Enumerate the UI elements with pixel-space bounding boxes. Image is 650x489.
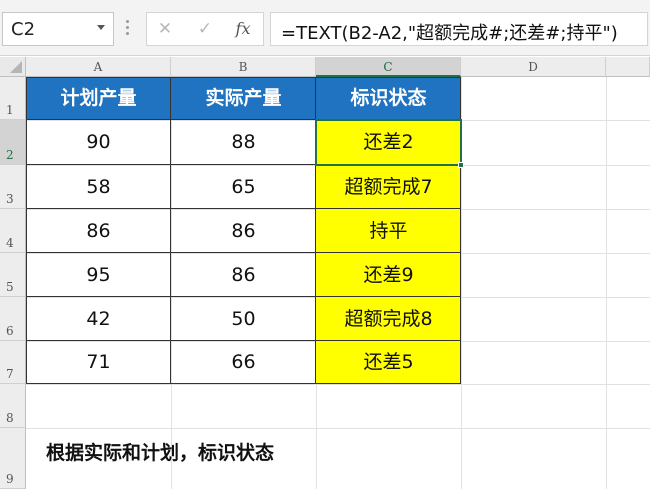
table-border	[26, 252, 461, 253]
data-cell[interactable]: 65	[171, 165, 316, 209]
table-border	[26, 340, 461, 341]
select-all-icon	[10, 61, 22, 73]
data-cell[interactable]: 66	[171, 341, 316, 384]
formula-bar: C2 ✕ ✓ fx =TEXT(B2-A2,"超额完成#;还差#;持平")	[0, 0, 650, 56]
formula-bar-buttons: ✕ ✓ fx	[146, 12, 264, 46]
data-cell[interactable]: 95	[26, 253, 171, 297]
status-cell[interactable]: 还差9	[316, 253, 461, 297]
column-header-c[interactable]: C	[316, 57, 461, 77]
table-header-cell[interactable]: 计划产量	[26, 77, 171, 120]
name-box[interactable]: C2	[2, 12, 114, 46]
row-number: 5	[6, 280, 14, 294]
chevron-down-icon[interactable]	[97, 25, 105, 30]
row-header-2[interactable]: 2	[0, 120, 26, 165]
row-number: 6	[6, 324, 14, 338]
row-number: 3	[6, 192, 14, 206]
row-number: 1	[6, 103, 14, 117]
row-header-6[interactable]: 6	[0, 297, 26, 341]
row-header-1[interactable]: 1	[0, 77, 26, 120]
row-number: 9	[6, 472, 14, 486]
table-border	[26, 77, 461, 78]
row-header-8[interactable]: 8	[0, 384, 26, 428]
data-cell[interactable]: 90	[26, 120, 171, 165]
row-number: 2	[6, 148, 14, 162]
table-border	[26, 296, 461, 297]
formula-text[interactable]: =TEXT(B2-A2,"超额完成#;还差#;持平")	[281, 19, 618, 45]
close-icon[interactable]: ✕	[153, 18, 177, 40]
data-cell[interactable]: 88	[171, 120, 316, 165]
status-cell[interactable]: 还差2	[316, 120, 461, 165]
table-border	[26, 208, 461, 209]
table-border	[460, 77, 461, 384]
data-cell[interactable]: 42	[26, 297, 171, 341]
table-border	[26, 383, 461, 384]
row-number: 4	[6, 236, 14, 250]
row-header-9[interactable]: 9	[0, 428, 26, 489]
status-cell[interactable]: 还差5	[316, 341, 461, 384]
table-header-cell[interactable]: 实际产量	[171, 77, 316, 120]
fill-handle[interactable]	[458, 162, 464, 168]
select-all-button[interactable]	[0, 57, 26, 77]
gridline	[26, 384, 650, 385]
row-number: 8	[6, 411, 14, 425]
table-border	[26, 77, 27, 384]
data-cell[interactable]: 86	[171, 209, 316, 253]
data-cell[interactable]: 86	[171, 253, 316, 297]
status-cell[interactable]: 超额完成7	[316, 165, 461, 209]
column-header-d[interactable]: D	[461, 57, 606, 77]
status-cell[interactable]: 持平	[316, 209, 461, 253]
column-header-b[interactable]: B	[171, 57, 316, 77]
table-border	[26, 119, 461, 120]
name-box-value[interactable]: C2	[11, 19, 35, 40]
formula-bar-grip-icon[interactable]	[126, 20, 129, 38]
row-number: 7	[6, 367, 14, 381]
row-header-5[interactable]: 5	[0, 253, 26, 297]
column-header-e[interactable]	[606, 57, 650, 77]
table-header-cell[interactable]: 标识状态	[316, 77, 461, 120]
row-header-4[interactable]: 4	[0, 209, 26, 253]
status-cell[interactable]: 超额完成8	[316, 297, 461, 341]
table-border	[26, 164, 461, 165]
row-header-3[interactable]: 3	[0, 165, 26, 209]
row-header-7[interactable]: 7	[0, 341, 26, 384]
table-border	[170, 77, 171, 384]
data-cell[interactable]: 50	[171, 297, 316, 341]
column-header-a[interactable]: A	[26, 57, 171, 77]
check-icon[interactable]: ✓	[193, 18, 217, 40]
formula-input[interactable]: =TEXT(B2-A2,"超额完成#;还差#;持平")	[270, 12, 648, 46]
table-border	[315, 77, 316, 384]
data-cell[interactable]: 71	[26, 341, 171, 384]
note-text[interactable]: 根据实际和计划，标识状态	[46, 428, 446, 489]
fx-icon[interactable]: fx	[231, 18, 255, 40]
data-cell[interactable]: 58	[26, 165, 171, 209]
data-cell[interactable]: 86	[26, 209, 171, 253]
